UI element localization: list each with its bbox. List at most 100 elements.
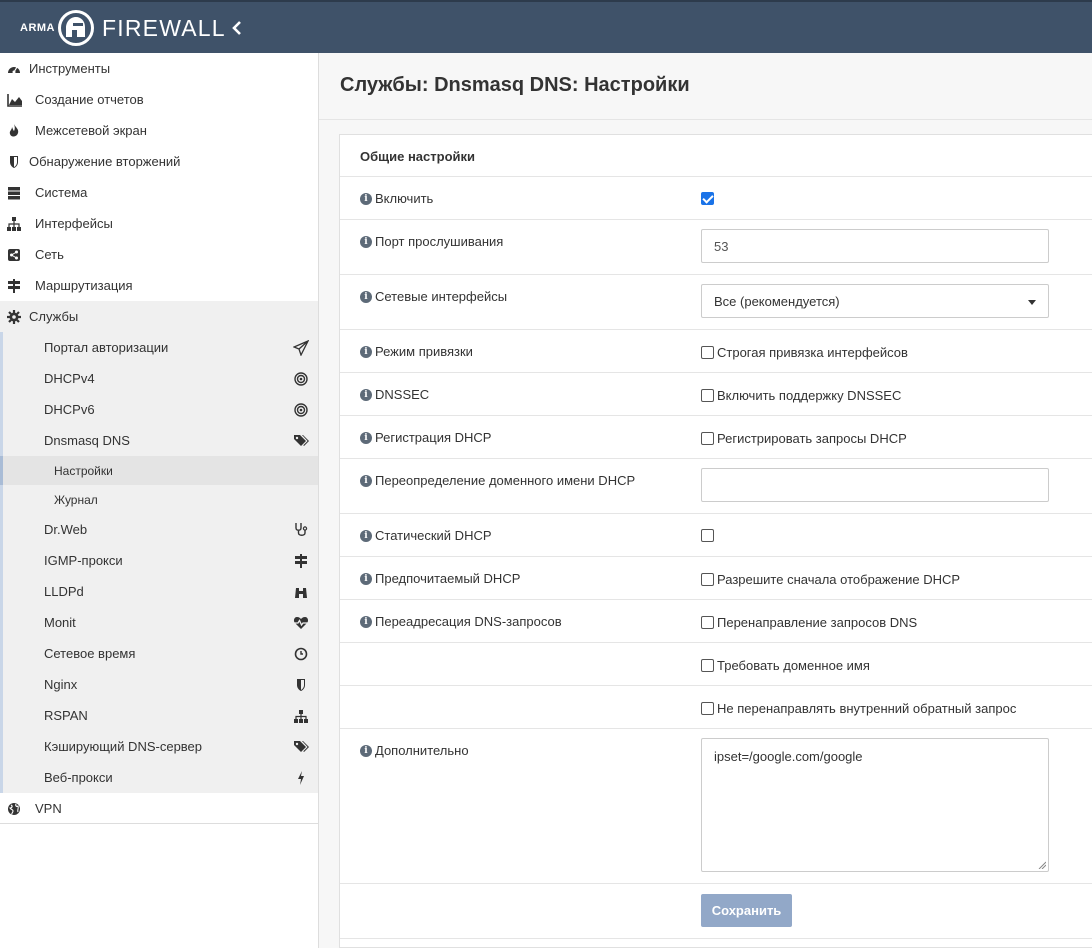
sidebar-item-lldpd[interactable]: LLDPd	[0, 576, 318, 607]
sitemap-icon	[293, 708, 309, 724]
row-port: i Порт прослушивания 53	[340, 220, 1092, 275]
dnssec-checkbox[interactable]: Включить поддержку DNSSEC	[701, 388, 901, 403]
row-dns-forwarding: i Переадресация DNS-запросов Перенаправл…	[340, 600, 1092, 643]
sidebar-item-reporting[interactable]: Создание отчетов	[0, 84, 318, 115]
sidebar-item-routing[interactable]: Маршрутизация	[0, 270, 318, 301]
sidebar-item-dhcpv4[interactable]: DHCPv4	[0, 363, 318, 394]
sidebar-item-label: Веб-прокси	[44, 770, 113, 785]
info-icon[interactable]: i	[360, 388, 372, 401]
interfaces-select[interactable]: Все (рекомендуется)	[701, 284, 1049, 318]
sidebar-item-label: Nginx	[44, 677, 78, 692]
checkbox-unchecked[interactable]	[701, 346, 714, 359]
row-static-dhcp: i Статический DHCP	[340, 514, 1092, 557]
info-icon[interactable]: i	[360, 744, 372, 757]
checkbox-unchecked[interactable]	[701, 432, 714, 445]
checkbox-unchecked[interactable]	[701, 529, 714, 542]
sidebar-item-label: Инструменты	[29, 61, 111, 76]
checkbox-checked[interactable]	[701, 192, 714, 205]
sidebar-item-system[interactable]: Система	[0, 177, 318, 208]
info-icon[interactable]: i	[360, 615, 372, 628]
sitemap-icon	[7, 217, 21, 231]
preferred-dhcp-checkbox[interactable]: Разрешите сначала отображение DHCP	[701, 572, 960, 587]
row-save: Сохранить	[340, 884, 1092, 939]
info-icon[interactable]: i	[360, 192, 372, 205]
sidebar-item-label: Межсетевой экран	[35, 123, 147, 138]
field-label: i Порт прослушивания	[360, 234, 503, 249]
info-icon[interactable]: i	[360, 529, 372, 542]
sidebar-item-dhcpv6[interactable]: DHCPv6	[0, 394, 318, 425]
row-interfaces: i Сетевые интерфейсы Все (рекомендуется)	[340, 275, 1092, 330]
sidebar-item-rspan[interactable]: RSPAN	[0, 700, 318, 731]
top-navbar: ARMA FIREWALL	[0, 0, 1092, 53]
sidebar-item-ntp[interactable]: Сетевое время	[0, 638, 318, 669]
checkbox-unchecked[interactable]	[701, 702, 714, 715]
field-label: i DNSSEC	[360, 387, 429, 402]
globe-icon	[7, 802, 21, 816]
sidebar-item-label: Кэширующий DNS-сервер	[44, 739, 203, 754]
sidebar-item-label: IGMP-прокси	[44, 553, 123, 568]
sidebar-item-monit[interactable]: Monit	[0, 607, 318, 638]
sidebar-item-drweb[interactable]: Dr.Web	[0, 514, 318, 545]
shield-icon	[293, 677, 309, 693]
sidebar-item-dnsmasq[interactable]: Dnsmasq DNS	[0, 425, 318, 456]
clock-icon	[293, 646, 309, 662]
area-chart-icon	[7, 93, 22, 107]
dhcp-register-checkbox[interactable]: Регистрировать запросы DHCP	[701, 431, 907, 446]
stethoscope-icon	[293, 522, 309, 538]
row-bind-mode: i Режим привязки Строгая привязка интерф…	[340, 330, 1092, 373]
field-label: i Переопределение доменного имени DHCP	[360, 473, 635, 488]
checkbox-unchecked[interactable]	[701, 616, 714, 629]
sidebar-item-tools[interactable]: Инструменты	[0, 53, 318, 84]
resize-grip-icon[interactable]	[1038, 861, 1046, 869]
brand-logo[interactable]: ARMA FIREWALL	[20, 8, 226, 48]
sidebar-item-dnsmasq-settings[interactable]: Настройки	[0, 456, 318, 485]
save-button[interactable]: Сохранить	[701, 894, 792, 927]
info-icon[interactable]: i	[360, 474, 372, 487]
heartbeat-icon	[293, 615, 309, 631]
info-icon[interactable]: i	[360, 345, 372, 358]
general-settings-panel: Общие настройки i Включить i Порт прослу…	[339, 134, 1092, 948]
sidebar-item-services[interactable]: Службы	[0, 301, 318, 332]
sidebar-item-dnsmasq-log[interactable]: Журнал	[0, 485, 318, 514]
sidebar-item-network[interactable]: Сеть	[0, 239, 318, 270]
field-label: i Статический DHCP	[360, 528, 492, 543]
sidebar-item-interfaces[interactable]: Интерфейсы	[0, 208, 318, 239]
enable-checkbox[interactable]	[701, 192, 717, 205]
info-icon[interactable]: i	[360, 572, 372, 585]
bullseye-icon	[293, 371, 309, 387]
info-icon[interactable]: i	[360, 290, 372, 303]
row-dhcp-registration: i Регистрация DHCP Регистрировать запрос…	[340, 416, 1092, 459]
port-input[interactable]: 53	[701, 229, 1049, 263]
no-private-reverse-checkbox[interactable]: Не перенаправлять внутренний обратный за…	[701, 701, 1016, 716]
collapse-sidebar-chevron-icon[interactable]	[228, 18, 246, 38]
domain-override-input[interactable]	[701, 468, 1049, 502]
checkbox-unchecked[interactable]	[701, 389, 714, 402]
static-dhcp-checkbox[interactable]	[701, 529, 717, 542]
sidebar-item-label: Интерфейсы	[35, 216, 113, 231]
field-label: i Предпочитаемый DHCP	[360, 571, 520, 586]
sidebar-item-label: Обнаружение вторжений	[29, 154, 181, 169]
shield-icon	[7, 155, 21, 169]
brand-large: FIREWALL	[102, 14, 226, 41]
sidebar-item-label: Monit	[44, 615, 76, 630]
row-preferred-dhcp: i Предпочитаемый DHCP Разрешите сначала …	[340, 557, 1092, 600]
sidebar-item-captive-portal[interactable]: Портал авторизации	[0, 332, 318, 363]
sidebar-item-nginx[interactable]: Nginx	[0, 669, 318, 700]
sidebar-item-label: Журнал	[54, 492, 98, 507]
info-icon[interactable]: i	[360, 235, 372, 248]
sidebar-item-vpn[interactable]: VPN	[0, 793, 318, 824]
strict-bind-checkbox[interactable]: Строгая привязка интерфейсов	[701, 345, 908, 360]
require-domain-checkbox[interactable]: Требовать доменное имя	[701, 658, 870, 673]
row-require-domain: Требовать доменное имя	[340, 643, 1092, 686]
sidebar-item-firewall[interactable]: Межсетевой экран	[0, 115, 318, 146]
checkbox-unchecked[interactable]	[701, 659, 714, 672]
info-icon[interactable]: i	[360, 431, 372, 444]
forward-dns-checkbox[interactable]: Перенаправление запросов DNS	[701, 615, 917, 630]
sidebar-item-label: Службы	[29, 309, 79, 324]
checkbox-unchecked[interactable]	[701, 573, 714, 586]
sidebar-item-unbound[interactable]: Кэширующий DNS-сервер	[0, 731, 318, 762]
sidebar-item-igmp-proxy[interactable]: IGMP-прокси	[0, 545, 318, 576]
sidebar-item-web-proxy[interactable]: Веб-прокси	[0, 762, 318, 793]
sidebar-item-ids[interactable]: Обнаружение вторжений	[0, 146, 318, 177]
advanced-textarea[interactable]: ipset=/google.com/google	[701, 738, 1049, 872]
